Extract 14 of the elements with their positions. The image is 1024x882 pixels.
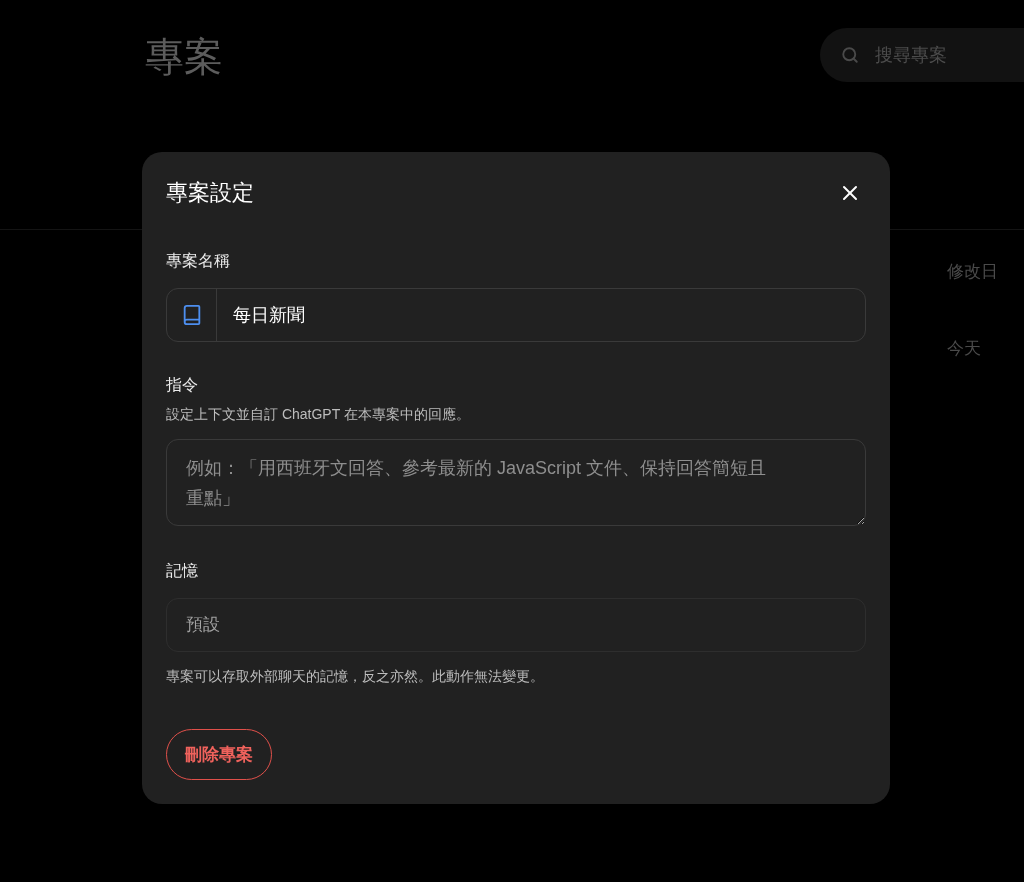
dialog-title: 專案設定 [166, 179, 254, 207]
field-label: 專案名稱 [166, 251, 231, 271]
project-name-field[interactable]: 每日新聞 [166, 288, 866, 342]
column-header: 修改日 [947, 261, 999, 283]
field-label: 指令 [166, 375, 199, 395]
field-description: 設定上下文並自訂 ChatGPT 在本專案中的回應。 [166, 405, 471, 424]
page-title: 專案 [145, 34, 223, 80]
table-cell-text: 今天 [947, 338, 982, 360]
search-field[interactable]: 搜尋專案 [820, 28, 1024, 82]
memory-select[interactable]: 預設 [166, 598, 866, 652]
instructions-field[interactable]: 例如：「用西班牙文回答、參考最新的 JavaScript 文件、保持回答簡短且重點」 [166, 439, 866, 526]
field-label: 記憶 [166, 561, 199, 581]
memory-note: 專案可以存取外部聊天的記憶，反之亦然。此動作無法變更。 [166, 667, 545, 686]
search-icon [841, 46, 859, 64]
